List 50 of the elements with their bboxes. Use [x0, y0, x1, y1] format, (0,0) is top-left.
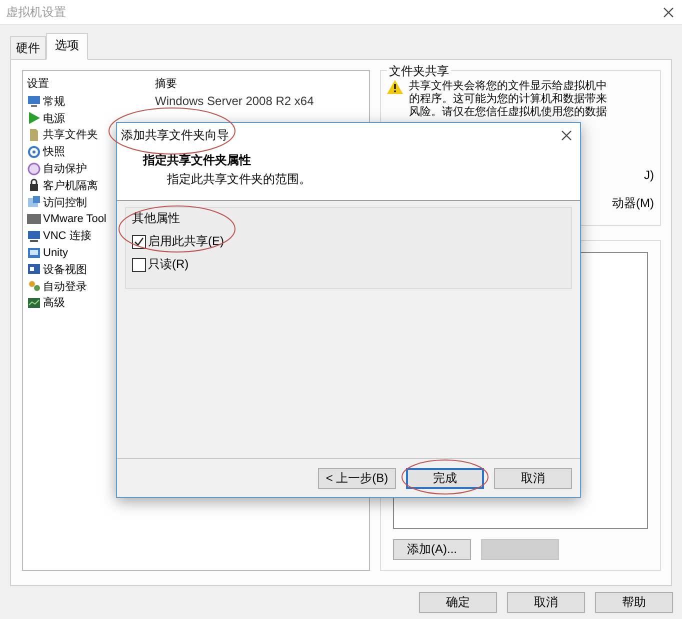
checkbox[interactable] [132, 258, 146, 272]
dialog-button[interactable]: 帮助 [595, 592, 673, 613]
tab[interactable]: 硬件 [10, 36, 46, 60]
setting-icon [27, 279, 41, 294]
group-title: 其他属性 [132, 210, 181, 227]
checkbox[interactable] [132, 234, 146, 248]
close-icon[interactable] [663, 6, 674, 18]
warning-text: 的程序。这可能为您的计算机和数据带来 [409, 93, 607, 106]
option-label: J) [643, 167, 654, 184]
settings-item[interactable]: 高级 [27, 295, 155, 310]
summary-cell-text: Windows Server 2008 R2 x64 [155, 94, 315, 108]
option-checkbox[interactable]: 只读(R) [132, 256, 565, 273]
dialog-button[interactable]: 确定 [419, 592, 497, 613]
group-title: 文件夹共享 [387, 63, 451, 80]
add-button[interactable]: 添加(A)... [393, 539, 471, 560]
setting-icon [27, 162, 41, 176]
wizard-button[interactable]: 取消 [494, 468, 572, 488]
window-title: 虚拟机设置 [6, 4, 66, 20]
settings-item[interactable]: 电源 [27, 110, 155, 126]
warning-text: 风险。请仅在您信任虚拟机使用您的数据 [409, 106, 607, 119]
wizard-title: 添加共享文件夹向导 [121, 126, 229, 144]
check-icon [134, 236, 144, 246]
close-icon[interactable] [561, 130, 572, 140]
wizard-button[interactable]: < 上一步(B) [318, 468, 396, 488]
option-checkbox[interactable]: 启用此共享(E) [132, 233, 565, 250]
settings-item[interactable]: 访问控制 [27, 194, 155, 210]
setting-icon [27, 94, 41, 108]
setting-icon [27, 128, 41, 142]
setting-icon [27, 246, 41, 260]
setting-icon [27, 262, 41, 276]
setting-icon [27, 178, 41, 192]
setting-icon [27, 195, 41, 210]
settings-item[interactable]: 自动登录 [27, 278, 155, 294]
setting-icon [27, 296, 41, 310]
setting-icon [27, 144, 41, 159]
settings-item[interactable]: 常规 [27, 94, 155, 109]
dialog-button[interactable]: 取消 [507, 592, 585, 613]
settings-item[interactable]: 客户机隔离 [27, 178, 155, 193]
setting-icon [27, 212, 41, 226]
warning-icon [387, 80, 403, 94]
setting-icon [27, 111, 41, 126]
column-header: 设置 [27, 76, 50, 90]
tab[interactable]: 选项 [46, 33, 88, 60]
wizard-button[interactable]: 完成 [406, 468, 484, 488]
option-label: 动器(M) [611, 195, 654, 212]
wizard-subheading: 指定此共享文件夹的范围。 [166, 171, 312, 188]
column-header: 摘要 [155, 76, 178, 90]
warning-text: 共享文件夹会将您的文件显示给虚拟机中 [409, 80, 607, 92]
wizard-heading: 指定共享文件夹属性 [143, 152, 252, 169]
setting-icon [27, 228, 41, 243]
